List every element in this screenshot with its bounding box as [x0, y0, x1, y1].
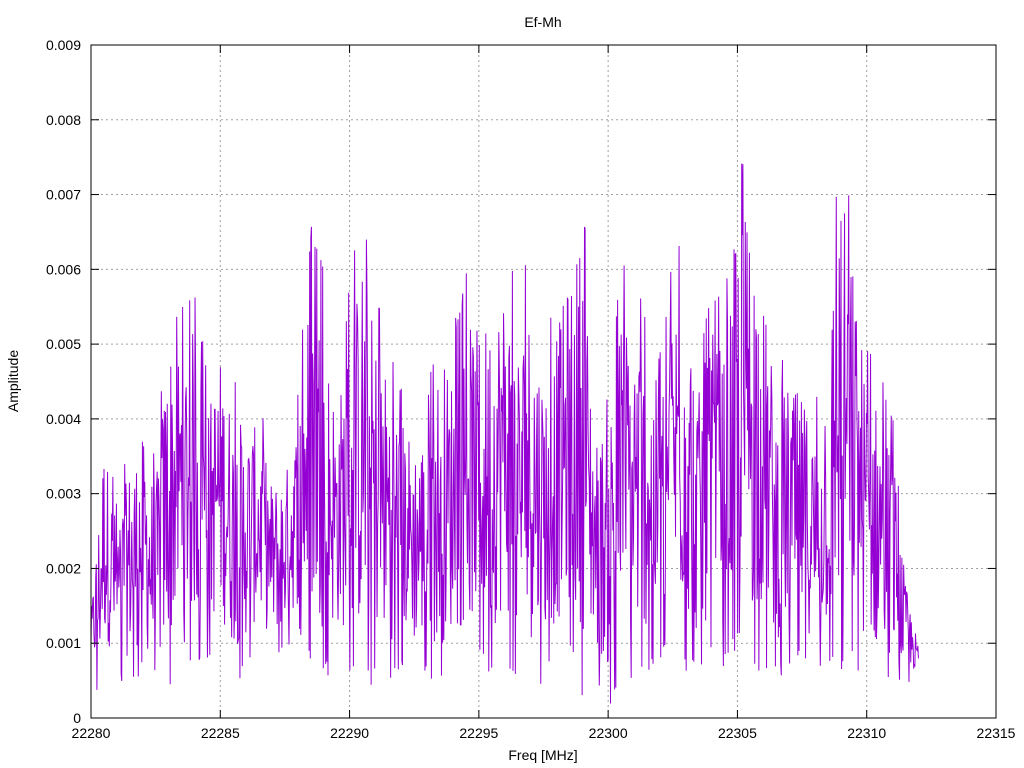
x-tick-label: 22295 — [459, 725, 498, 741]
x-tick-label: 22300 — [589, 725, 628, 741]
x-tick-label: 22280 — [72, 725, 111, 741]
series-line — [90, 163, 919, 704]
x-tick-label: 22305 — [718, 725, 757, 741]
x-tick-label: 22290 — [330, 725, 369, 741]
y-tick-label: 0.001 — [46, 635, 81, 651]
y-tick-label: 0.004 — [46, 411, 81, 427]
chart: Ef-Mh 22280 22285 22290 22295 22300 22305 2231… — [5, 14, 1016, 763]
y-tick-label: 0.006 — [46, 261, 81, 277]
y-tick-label: 0.009 — [46, 37, 81, 53]
y-tick-label: 0.003 — [46, 486, 81, 502]
grid — [91, 45, 996, 718]
y-axis-label: Amplitude — [5, 350, 21, 412]
y-tick-label: 0.007 — [46, 187, 81, 203]
y-tick-label: 0.002 — [46, 560, 81, 576]
x-axis-label: Freq [MHz] — [508, 747, 577, 763]
y-tick-label: 0.008 — [46, 112, 81, 128]
data-series — [90, 163, 919, 704]
chart-title: Ef-Mh — [524, 14, 561, 30]
plot-frame — [90, 44, 997, 719]
y-tick-label: 0.005 — [46, 336, 81, 352]
x-tick-label: 22285 — [201, 725, 240, 741]
x-tick-label: 22310 — [847, 725, 886, 741]
y-tick-label: 0 — [73, 710, 81, 726]
x-tick-label: 22315 — [977, 725, 1016, 741]
